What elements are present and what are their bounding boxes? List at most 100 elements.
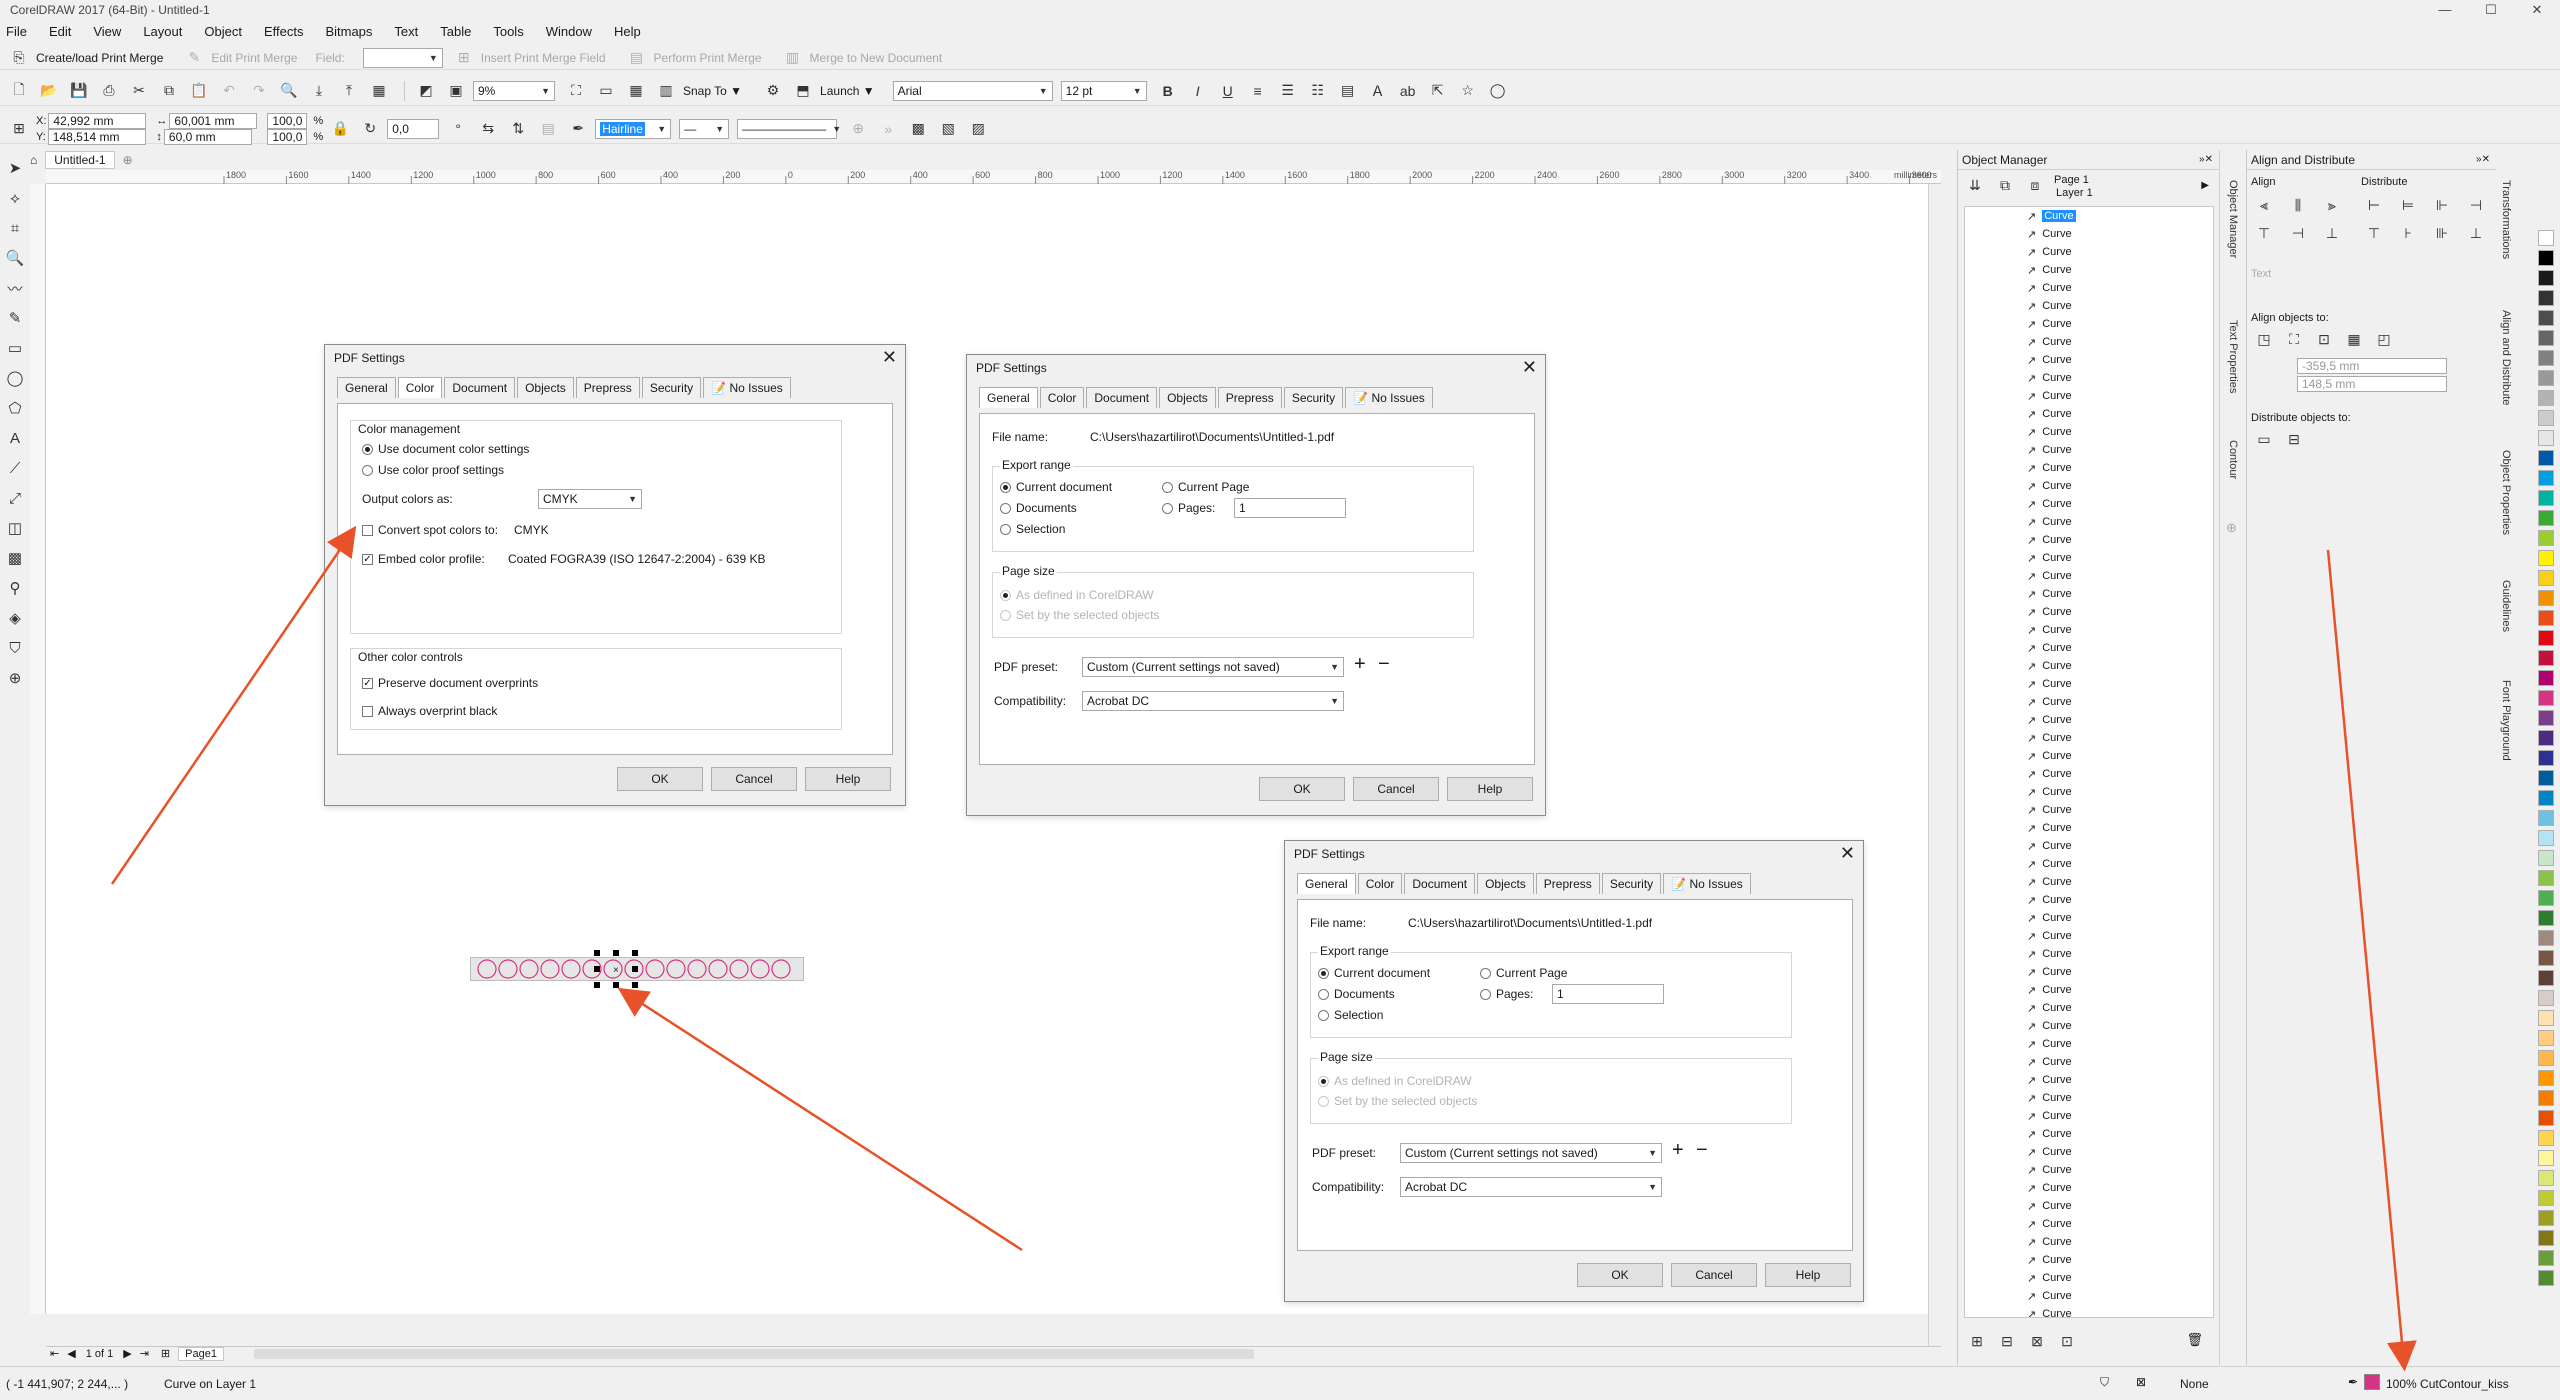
list-item[interactable]: ↗ Curve (1965, 729, 2213, 747)
list-item[interactable]: ↗ Curve (1965, 891, 2213, 909)
shape-tool-icon[interactable]: ⟡ (3, 186, 27, 210)
smart-fill-icon[interactable]: ⛉ (3, 636, 27, 660)
options-gear-icon[interactable]: ⚙ (760, 80, 786, 102)
list-item[interactable]: ↗ Curve (1965, 963, 2213, 981)
docker-tab-transformations[interactable]: Transformations (2500, 180, 2512, 259)
palette-swatch[interactable] (2538, 870, 2554, 886)
line-style-select[interactable]: ——————— ▼ (737, 118, 841, 139)
list-item[interactable]: ↗ Curve (1965, 1251, 2213, 1269)
list-item[interactable]: ↗ Curve (1965, 531, 2213, 549)
object-list[interactable]: ↗ Curve ↗ Curve ↗ Curve ↗ Curve ↗ Curve ↗ Curve ↗ Cur… (1964, 206, 2214, 1318)
align-specified-point-icon[interactable]: ◰ (2371, 328, 2397, 350)
width-field[interactable]: 60,001 mm (169, 112, 258, 129)
list-item[interactable]: ↗ Curve (1965, 477, 2213, 495)
align-center-v-icon[interactable]: ⊣ (2285, 222, 2311, 244)
import-icon[interactable]: ⤓ (306, 80, 332, 102)
canvas-vertical-scrollbar[interactable] (1928, 184, 1941, 1346)
palette-swatch[interactable] (2538, 290, 2554, 306)
distribute-bottom-icon[interactable]: ⊥ (2463, 222, 2489, 244)
embed-profile-checkbox[interactable]: Embed color profile: (362, 552, 485, 566)
palette-swatch[interactable] (2538, 450, 2554, 466)
list-item[interactable]: ↗ Curve (1965, 1017, 2213, 1035)
last-page-icon[interactable]: ⇥ (140, 1347, 149, 1360)
export-icon[interactable]: ⤒ (336, 80, 362, 102)
output-colors-select[interactable]: CMYK ▼ (538, 489, 642, 509)
distribute-selection-icon[interactable]: ▭ (2251, 428, 2277, 450)
palette-swatch[interactable] (2538, 990, 2554, 1006)
app-launcher-icon[interactable]: ◩ (413, 80, 439, 102)
list-item[interactable]: ↗ Curve (1965, 801, 2213, 819)
new-document-icon[interactable]: 🗋 (6, 80, 32, 102)
underline-icon[interactable]: U (1215, 80, 1241, 102)
list-item[interactable]: ↗ Curve (1965, 459, 2213, 477)
align-y-field[interactable]: 148,5 mm (2297, 376, 2447, 392)
align-x-field[interactable]: -359,5 mm (2297, 358, 2447, 374)
list-item[interactable]: ↗ Curve (1965, 837, 2213, 855)
launch-dropdown[interactable]: Launch ▼ (820, 84, 875, 98)
palette-swatch[interactable] (2538, 350, 2554, 366)
ok-button[interactable]: OK (1259, 777, 1345, 801)
tab-general[interactable]: General (1297, 873, 1356, 894)
menu-edit[interactable]: Edit (49, 24, 71, 39)
fill-color-icon[interactable]: ⛉ (2100, 1375, 2109, 1390)
redo-icon[interactable]: ↷ (246, 80, 272, 102)
palette-swatch[interactable] (2538, 1130, 2554, 1146)
menu-text[interactable]: Text (394, 24, 418, 39)
new-master-layer-odd-icon[interactable]: ⊠ (2024, 1330, 2050, 1352)
pick-tool-icon[interactable]: ➤ (3, 156, 27, 180)
bullet-list-icon[interactable]: ☰ (1275, 80, 1301, 102)
remove-preset-icon[interactable]: − (1696, 1139, 1708, 1162)
italic-icon[interactable]: I (1185, 80, 1211, 102)
line-end-icon[interactable]: ⊕ (845, 118, 871, 140)
om-options-icon[interactable]: ⇊ (1962, 174, 1988, 196)
om-layer-manager-icon[interactable]: ⧈ (2022, 174, 2048, 196)
list-item[interactable]: ↗ Curve (1965, 747, 2213, 765)
interactive-fill-icon[interactable]: ◈ (3, 606, 27, 630)
align-left-icon[interactable]: ⫷ (2251, 194, 2277, 216)
palette-swatch[interactable] (2538, 1150, 2554, 1166)
palette-swatch[interactable] (2538, 1210, 2554, 1226)
palette-swatch[interactable] (2538, 950, 2554, 966)
cancel-button[interactable]: Cancel (711, 767, 797, 791)
list-item[interactable]: ↗ Curve (1965, 333, 2213, 351)
palette-swatch[interactable] (2538, 930, 2554, 946)
docker-tab-object-manager[interactable]: Object Manager (2227, 180, 2239, 258)
text-properties-icon[interactable]: Ａ (1365, 80, 1391, 102)
palette-swatch[interactable] (2538, 310, 2554, 326)
palette-swatch[interactable] (2538, 550, 2554, 566)
drop-shadow-icon[interactable]: ◫ (3, 516, 27, 540)
zoom-level-select[interactable]: 9% ▼ (473, 80, 555, 101)
align-center-h-icon[interactable]: ⫼ (2285, 194, 2311, 216)
list-item[interactable]: ↗ Curve (1965, 927, 2213, 945)
list-item[interactable]: ↗ Curve (1965, 855, 2213, 873)
file-name-value[interactable]: C:\Users\hazartilirot\Documents\Untitled… (1090, 430, 1334, 444)
palette-swatch[interactable] (2538, 790, 2554, 806)
distribute-vcenter-icon[interactable]: ⊦ (2395, 222, 2421, 244)
create-load-print-merge-button[interactable]: Create/load Print Merge (36, 51, 163, 65)
tab-no-issues[interactable]: 📝 No Issues (1345, 387, 1433, 408)
palette-swatch[interactable] (2538, 770, 2554, 786)
list-item[interactable]: ↗ Curve (1965, 693, 2213, 711)
tab-document[interactable]: Document (1086, 387, 1158, 408)
menu-help[interactable]: Help (614, 24, 641, 39)
add-page-icon[interactable]: ⊞ (161, 1347, 170, 1360)
palette-swatch[interactable] (2538, 1190, 2554, 1206)
palette-swatch[interactable] (2538, 830, 2554, 846)
list-item[interactable]: ↗ Curve (1965, 603, 2213, 621)
list-item[interactable]: ↗ Curve (1965, 279, 2213, 297)
palette-swatch[interactable] (2538, 890, 2554, 906)
compatibility-select[interactable]: Acrobat DC ▼ (1400, 1177, 1662, 1197)
connector-tool-icon[interactable]: ⤢ (3, 486, 27, 510)
search-content-icon[interactable]: 🔍 (276, 80, 302, 102)
distribute-left-icon[interactable]: ⊢ (2361, 194, 2387, 216)
tab-objects[interactable]: Objects (1159, 387, 1216, 408)
menu-tools[interactable]: Tools (493, 24, 523, 39)
compatibility-select[interactable]: Acrobat DC ▼ (1082, 691, 1344, 711)
tab-no-issues[interactable]: 📝 No Issues (1663, 873, 1751, 894)
palette-swatch[interactable] (2538, 1270, 2554, 1286)
perform-print-merge-button[interactable]: Perform Print Merge (654, 51, 762, 65)
palette-swatch[interactable] (2538, 670, 2554, 686)
list-item[interactable]: ↗ Curve (1965, 405, 2213, 423)
om-show-properties-icon[interactable]: ⧉ (1992, 174, 2018, 196)
font-size-select[interactable]: 12 pt ▼ (1060, 80, 1147, 101)
